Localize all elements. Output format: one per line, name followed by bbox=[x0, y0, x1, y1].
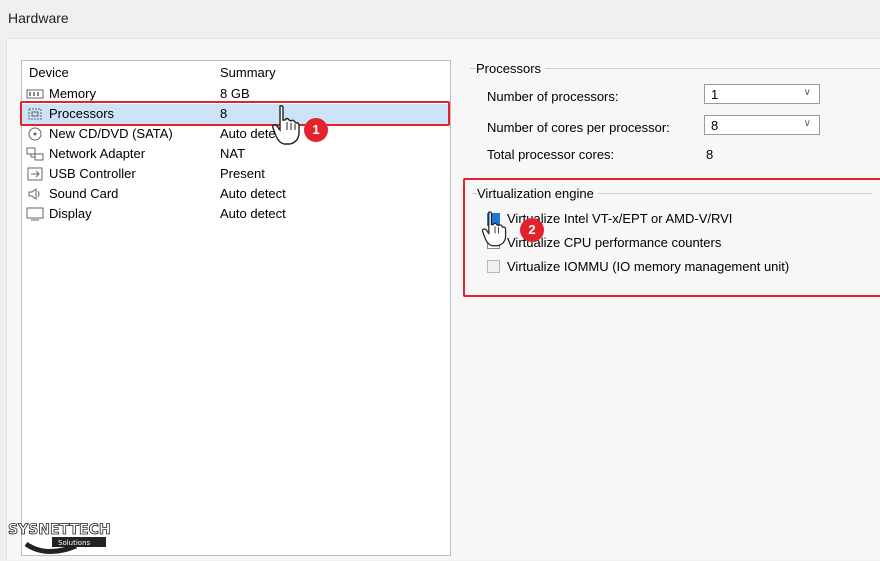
speaker-icon bbox=[26, 187, 44, 201]
device-summary: Auto detect bbox=[220, 206, 286, 221]
virtualize-iommu-label[interactable]: Virtualize IOMMU (IO memory management u… bbox=[507, 259, 789, 274]
logo-brand-text: SYSNETTECH bbox=[8, 522, 111, 538]
chevron-down-icon: ∨ bbox=[803, 87, 811, 98]
memory-icon bbox=[26, 87, 44, 101]
device-summary: Present bbox=[220, 166, 265, 181]
device-row-sound-card[interactable]: Sound Card Auto detect bbox=[22, 184, 450, 204]
device-row-cd-dvd[interactable]: New CD/DVD (SATA) Auto detect bbox=[22, 124, 450, 144]
column-header-summary[interactable]: Summary bbox=[220, 65, 276, 80]
tab-header: Hardware bbox=[8, 10, 69, 26]
device-name: Memory bbox=[49, 86, 96, 101]
hand-pointer-icon bbox=[480, 210, 510, 251]
device-row-usb-controller[interactable]: USB Controller Present bbox=[22, 164, 450, 184]
device-name: Display bbox=[49, 206, 92, 221]
device-name: Network Adapter bbox=[49, 146, 146, 161]
device-list-header: Device Summary bbox=[22, 65, 450, 83]
column-header-device[interactable]: Device bbox=[29, 65, 69, 80]
device-name: New CD/DVD (SATA) bbox=[49, 126, 173, 141]
device-list[interactable]: Device Summary Memory 8 GB Processors 8 … bbox=[21, 60, 451, 556]
sysnettech-logo: SYSNETTECH Solutions bbox=[6, 518, 146, 561]
virtualize-iommu-checkbox[interactable] bbox=[487, 260, 500, 273]
step-1-badge: 1 bbox=[304, 118, 328, 142]
highlight-box-processors bbox=[20, 101, 450, 126]
processors-group-title: Processors bbox=[476, 61, 546, 76]
cores-per-processor-label: Number of cores per processor: bbox=[487, 120, 670, 135]
device-row-network-adapter[interactable]: Network Adapter NAT bbox=[22, 144, 450, 164]
cores-per-processor-value: 8 bbox=[711, 118, 719, 133]
usb-icon bbox=[26, 167, 44, 181]
total-cores-value: 8 bbox=[706, 147, 714, 162]
chevron-down-icon: ∨ bbox=[803, 118, 811, 129]
num-processors-label: Number of processors: bbox=[487, 89, 619, 104]
display-icon bbox=[26, 207, 44, 221]
device-name: USB Controller bbox=[49, 166, 136, 181]
num-processors-value: 1 bbox=[711, 87, 719, 102]
device-name: Sound Card bbox=[49, 186, 119, 201]
num-processors-select[interactable]: 1 ∨ bbox=[704, 84, 820, 104]
hand-pointer-icon bbox=[270, 104, 304, 149]
device-summary: Auto detect bbox=[220, 186, 286, 201]
device-row-display[interactable]: Display Auto detect bbox=[22, 204, 450, 224]
cores-per-processor-select[interactable]: 8 ∨ bbox=[704, 115, 820, 135]
device-summary: 8 GB bbox=[220, 86, 250, 101]
cd-dvd-icon bbox=[26, 127, 44, 141]
logo-sub-text: Solutions bbox=[58, 539, 91, 547]
network-icon bbox=[26, 147, 44, 161]
total-cores-label: Total processor cores: bbox=[487, 147, 615, 162]
virtualization-group-title: Virtualization engine bbox=[477, 186, 598, 201]
device-summary: NAT bbox=[220, 146, 246, 161]
step-2-badge: 2 bbox=[520, 218, 544, 242]
